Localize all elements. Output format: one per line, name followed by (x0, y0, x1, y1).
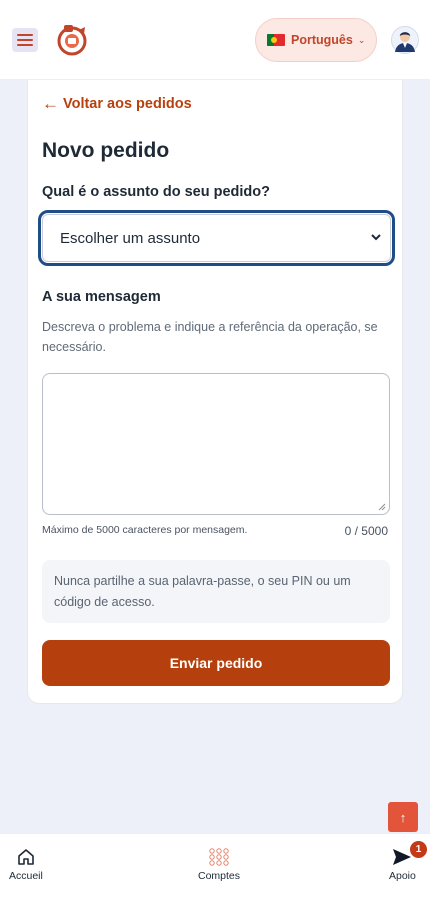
subject-label: Qual é o assunto do seu pedido? (42, 184, 270, 200)
message-label: A sua mensagem (42, 289, 161, 305)
new-request-card: ← Voltar aos pedidos Novo pedido Qual é … (27, 80, 403, 704)
nav-item-accounts[interactable]: Comptes (198, 848, 240, 882)
max-chars-note: Máximo de 5000 caracteres por mensagem. (42, 524, 248, 536)
nav-accounts-label: Comptes (198, 870, 241, 882)
page-title: Novo pedido (42, 139, 170, 162)
message-textarea[interactable] (42, 373, 390, 515)
grid-icon (209, 848, 229, 866)
submit-request-button[interactable]: Enviar pedido (42, 640, 390, 686)
nav-home-label: Accueil (9, 870, 43, 882)
language-selector[interactable]: Português ⌄ (255, 18, 377, 62)
char-counter: 0 / 5000 (344, 524, 388, 538)
back-link-label: Voltar aos pedidos (63, 96, 192, 112)
message-description: Descreva o problema e indique a referênc… (42, 320, 378, 354)
security-notice: Nunca partilhe a sua palavra-passe, o se… (42, 560, 390, 623)
subject-select[interactable]: Escolher um assunto (42, 214, 391, 262)
nav-support-label: Apoio (389, 870, 416, 882)
chevron-down-icon (371, 234, 381, 241)
bottom-navigation: Accueil Comptes Apoio (0, 833, 430, 900)
scroll-to-top-button[interactable]: ↑ (388, 802, 418, 832)
brand-logo[interactable] (54, 22, 90, 58)
nav-item-home[interactable]: Accueil (9, 848, 43, 882)
home-icon (18, 849, 34, 865)
top-header: Português ⌄ (0, 0, 430, 80)
resize-handle-icon[interactable] (378, 503, 386, 511)
user-avatar-icon[interactable] (391, 26, 419, 54)
language-label: Português (291, 33, 353, 47)
hamburger-icon (17, 34, 33, 36)
chevron-down-icon: ⌄ (357, 34, 366, 45)
arrow-left-icon: ← (42, 94, 59, 113)
hamburger-menu-button[interactable] (12, 28, 38, 52)
portugal-flag-icon (267, 34, 285, 46)
back-to-requests-link[interactable]: ← Voltar aos pedidos (42, 94, 192, 114)
support-notification-badge: 1 (410, 841, 427, 858)
subject-select-value: Escolher um assunto (60, 229, 201, 247)
